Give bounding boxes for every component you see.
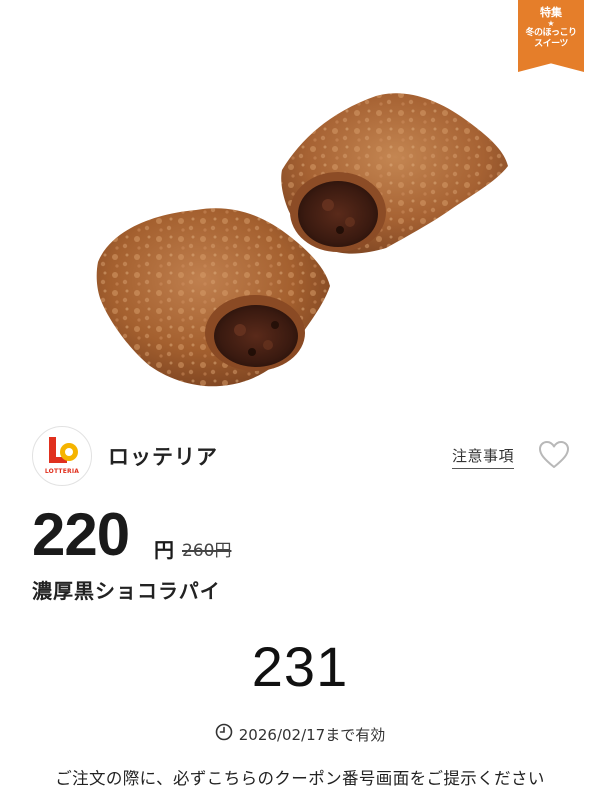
star-icon: ★ xyxy=(547,19,555,28)
notice-link[interactable]: 注意事項 xyxy=(452,445,515,469)
clock-icon xyxy=(215,723,233,745)
product-image: 特集 ★ 冬のほっこり スイーツ xyxy=(0,0,600,408)
logo-wordmark: LOTTERIA xyxy=(44,468,80,475)
brand-row: LOTTERIA ロッテリア 注意事項 xyxy=(0,418,600,494)
ribbon-line-2: スイーツ xyxy=(534,39,568,49)
heart-outline-icon xyxy=(539,441,569,468)
ribbon-line-1: 冬のほっこり xyxy=(525,28,577,38)
price-original: 260円 xyxy=(182,541,232,561)
instruction-text: ご注文の際に、必ずこちらのクーポン番号画面をご提示ください xyxy=(55,769,545,788)
brand-name: ロッテリア xyxy=(108,445,218,469)
validity-text: 2026/02/17まで有効 xyxy=(238,726,386,744)
price-currency: 円 xyxy=(154,538,174,562)
left-pie-piece xyxy=(96,208,330,387)
price-row: 220 円 260円 xyxy=(32,500,572,570)
chocolate-pie-illustration xyxy=(96,93,508,387)
lotteria-logo: LOTTERIA xyxy=(32,426,92,486)
favorite-button[interactable] xyxy=(538,440,570,470)
right-pie-piece xyxy=(281,93,508,254)
product-name: 濃厚黒ショコラパイ xyxy=(32,579,221,603)
price-current: 220 xyxy=(32,501,130,568)
feature-ribbon[interactable]: 特集 ★ 冬のほっこり スイーツ xyxy=(518,0,584,72)
coupon-number: 231 xyxy=(251,635,349,698)
validity-row: 2026/02/17まで有効 xyxy=(0,723,600,747)
ribbon-title: 特集 xyxy=(540,6,562,19)
lotteria-logo-mark xyxy=(49,437,78,463)
